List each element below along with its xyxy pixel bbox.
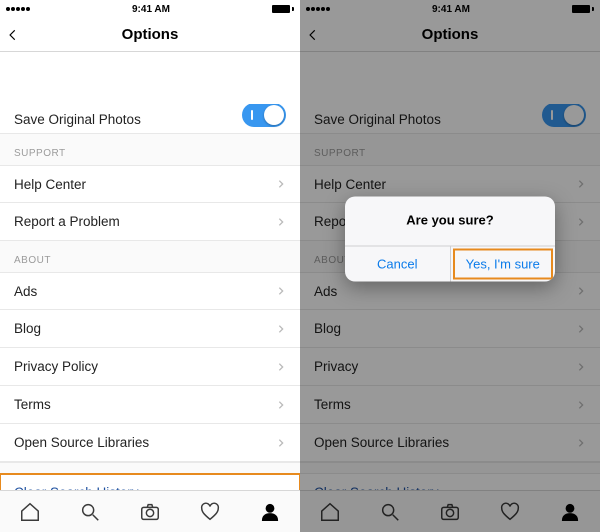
back-button[interactable] bbox=[6, 28, 20, 42]
row-report-problem[interactable]: Report a Problem bbox=[0, 203, 300, 241]
row-save-original-photos[interactable]: Save Original Photos bbox=[0, 104, 300, 134]
row-open-source[interactable]: Open Source Libraries bbox=[0, 424, 300, 462]
tab-camera[interactable] bbox=[139, 501, 161, 523]
chevron-right-icon bbox=[276, 324, 286, 334]
row-label: Help Center bbox=[14, 177, 86, 192]
left-screenshot: 9:41 AM Options Save Original Photos SUP… bbox=[0, 0, 300, 532]
row-label: Report a Problem bbox=[14, 214, 120, 229]
section-gap bbox=[0, 462, 300, 474]
home-icon bbox=[19, 501, 41, 523]
confirm-button[interactable]: Yes, I'm sure bbox=[450, 247, 556, 282]
tab-profile[interactable] bbox=[259, 501, 281, 523]
status-time: 9:41 AM bbox=[132, 4, 170, 15]
section-header-about: ABOUT bbox=[0, 241, 300, 272]
row-ads[interactable]: Ads bbox=[0, 272, 300, 310]
tab-search[interactable] bbox=[79, 501, 101, 523]
right-screenshot: 9:41 AM Options Save Original Photos SUP… bbox=[300, 0, 600, 532]
chevron-right-icon bbox=[276, 286, 286, 296]
confirm-alert: Are you sure? Cancel Yes, I'm sure bbox=[345, 197, 555, 282]
row-label: Save Original Photos bbox=[14, 112, 141, 127]
toggle-save-original-photos[interactable] bbox=[242, 104, 286, 127]
signal-dots-icon bbox=[6, 7, 30, 11]
row-label: Blog bbox=[14, 321, 41, 336]
alert-title: Are you sure? bbox=[345, 197, 555, 246]
person-icon bbox=[259, 501, 281, 523]
chevron-right-icon bbox=[276, 400, 286, 410]
heart-icon bbox=[199, 501, 221, 523]
chevron-right-icon bbox=[276, 217, 286, 227]
chevron-right-icon bbox=[276, 362, 286, 372]
battery-icon bbox=[272, 5, 294, 13]
section-header-support: SUPPORT bbox=[0, 134, 300, 165]
row-label: Terms bbox=[14, 397, 51, 412]
settings-list[interactable]: Save Original Photos SUPPORT Help Center… bbox=[0, 104, 300, 532]
cancel-button[interactable]: Cancel bbox=[345, 247, 450, 282]
row-label: Privacy Policy bbox=[14, 359, 98, 374]
row-terms[interactable]: Terms bbox=[0, 386, 300, 424]
tab-home[interactable] bbox=[19, 501, 41, 523]
status-bar: 9:41 AM bbox=[0, 0, 300, 18]
row-blog[interactable]: Blog bbox=[0, 310, 300, 348]
row-help-center[interactable]: Help Center bbox=[0, 165, 300, 203]
row-privacy-policy[interactable]: Privacy Policy bbox=[0, 348, 300, 386]
search-icon bbox=[79, 501, 101, 523]
nav-header: Options bbox=[0, 18, 300, 52]
row-label: Open Source Libraries bbox=[14, 435, 149, 450]
row-label: Ads bbox=[14, 284, 37, 299]
chevron-right-icon bbox=[276, 179, 286, 189]
chevron-right-icon bbox=[276, 438, 286, 448]
alert-buttons: Cancel Yes, I'm sure bbox=[345, 246, 555, 282]
tab-bar bbox=[0, 490, 300, 532]
tab-activity[interactable] bbox=[199, 501, 221, 523]
camera-icon bbox=[139, 501, 161, 523]
chevron-left-icon bbox=[6, 28, 20, 42]
page-title: Options bbox=[122, 26, 179, 43]
